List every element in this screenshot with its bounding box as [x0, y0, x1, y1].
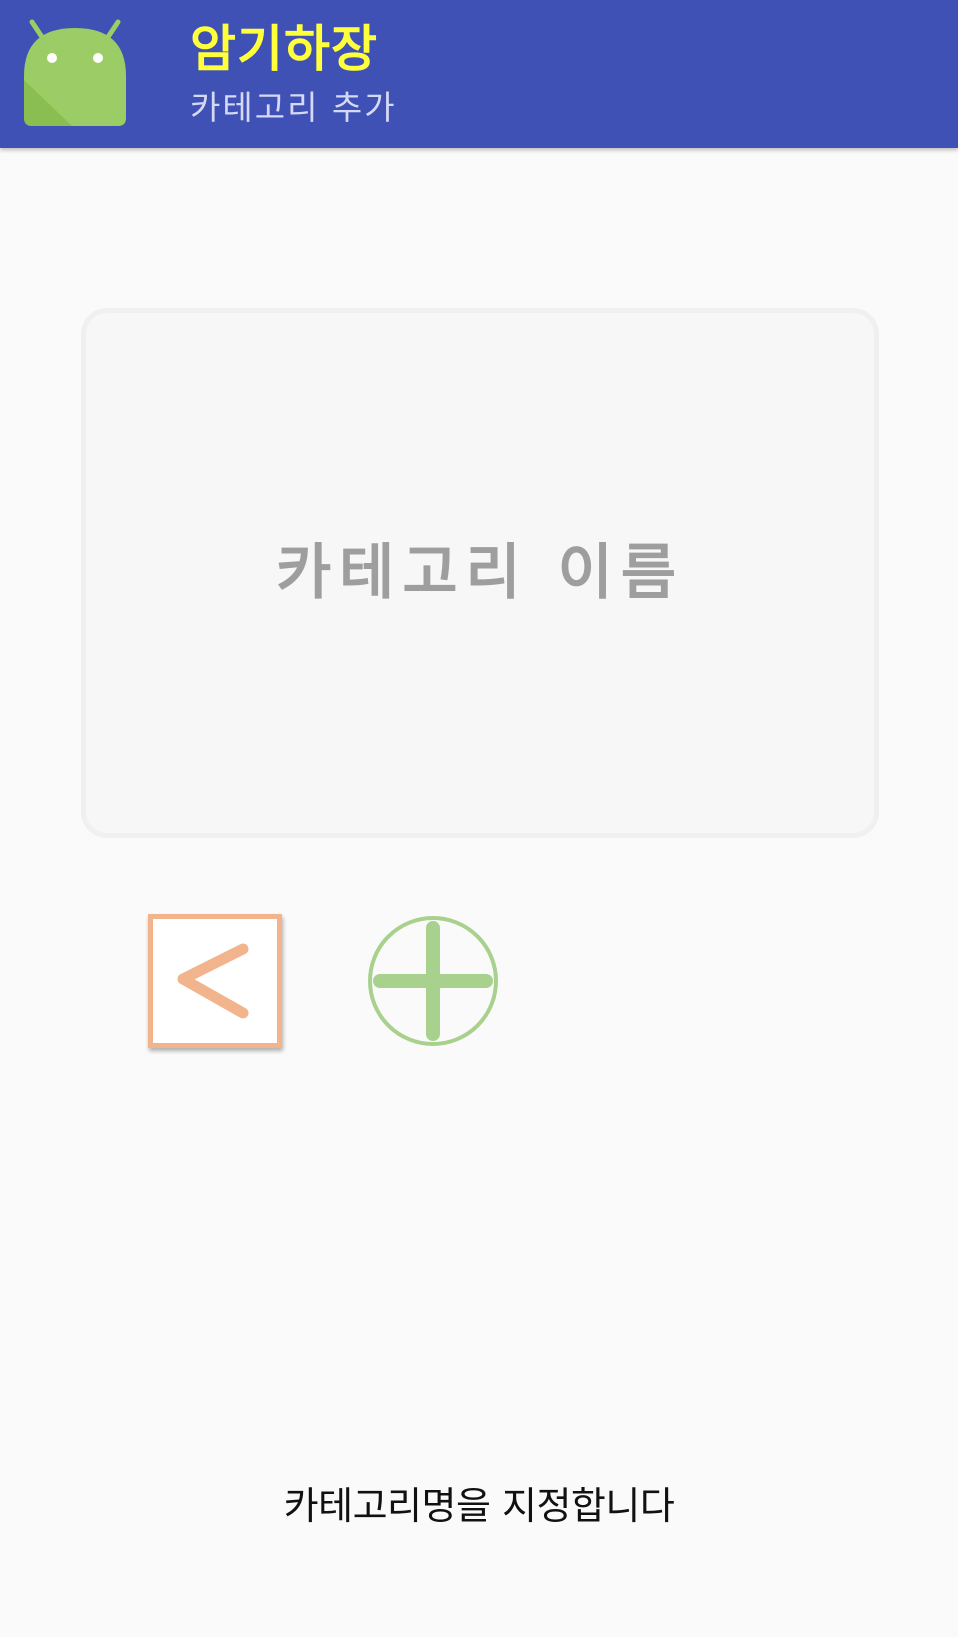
footer-hint-text: 카테고리명을 지정합니다	[283, 1484, 675, 1528]
category-name-card	[81, 308, 879, 838]
plus-circle-icon	[368, 916, 498, 1046]
add-category-screen: 암기하장 카테고리 추가 카테고리명을 지정합니다	[0, 0, 958, 1637]
add-category-button[interactable]	[366, 914, 500, 1048]
screen-subtitle: 카테고리 추가	[190, 88, 397, 127]
category-name-input[interactable]	[86, 312, 874, 834]
back-button[interactable]	[148, 914, 282, 1048]
android-robot-icon	[22, 18, 128, 128]
chevron-left-icon	[177, 943, 249, 1019]
app-bar: 암기하장 카테고리 추가	[0, 0, 958, 148]
app-title: 암기하장	[190, 20, 378, 78]
